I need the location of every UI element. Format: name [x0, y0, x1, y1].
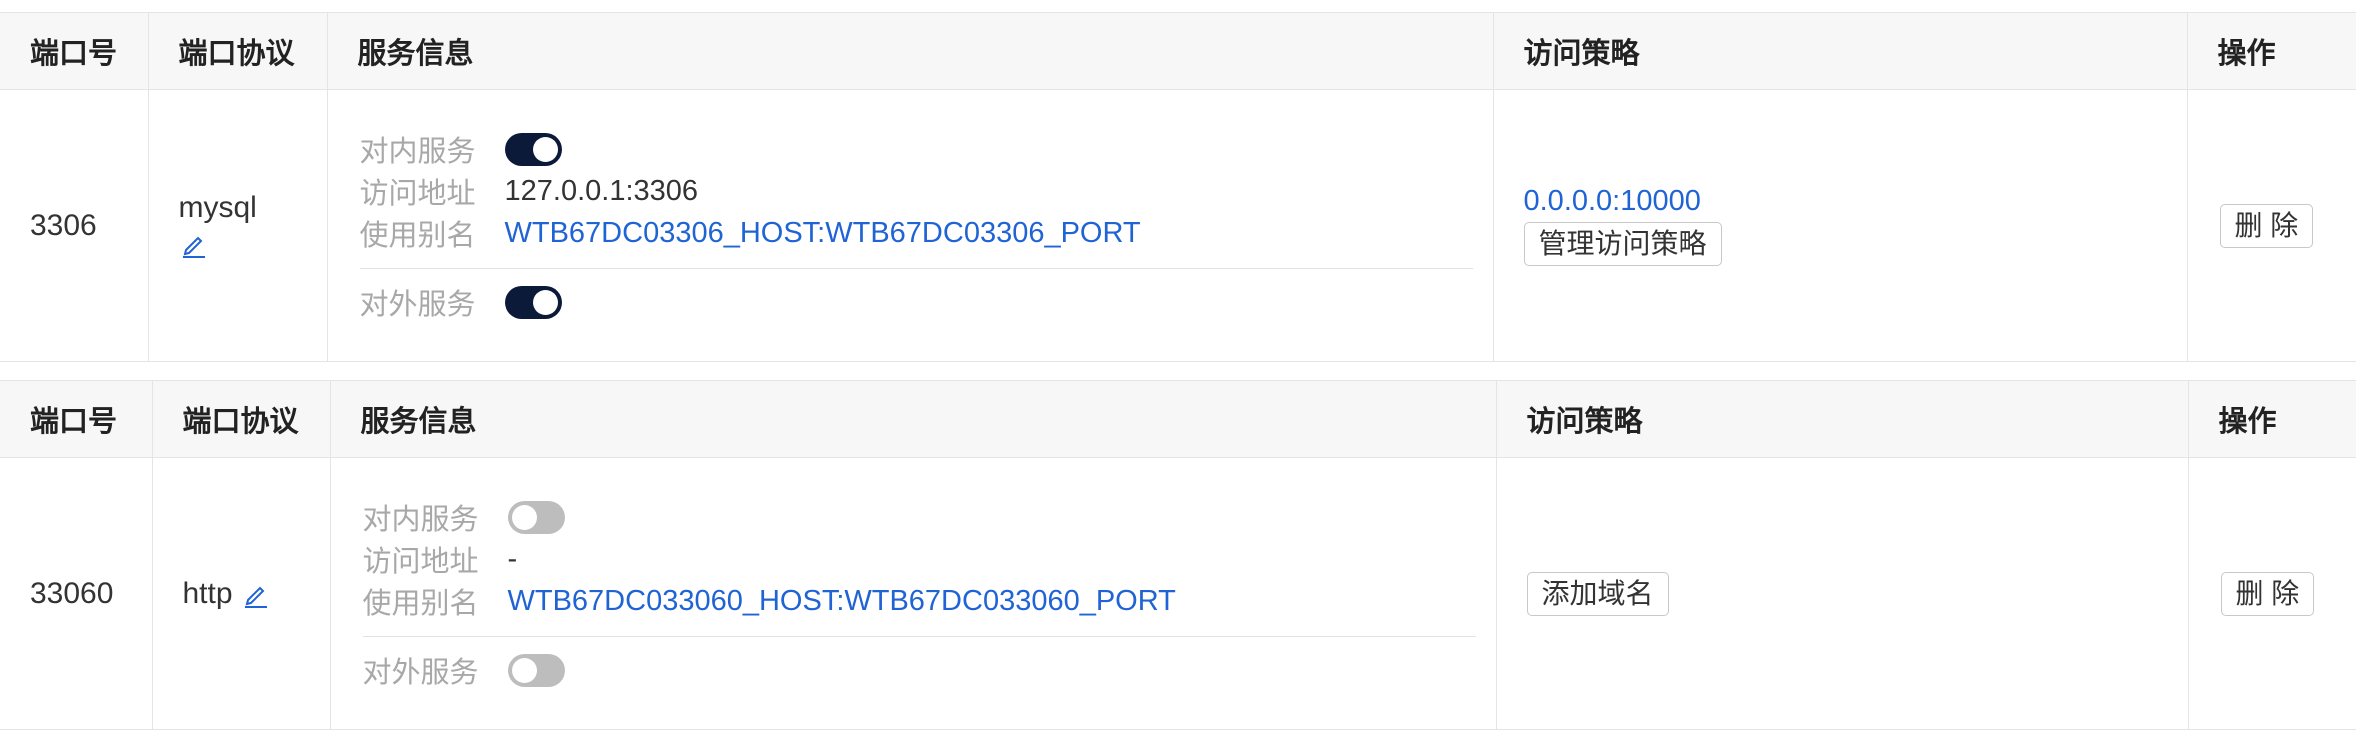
- alias-line: 使用别名 WTB67DC03306_HOST:WTB67DC03306_PORT: [360, 212, 1473, 254]
- col-port-header: 端口号: [0, 12, 149, 90]
- port-list: 端口号 端口协议 服务信息 访问策略 操作 3306 mysql 对内服务 访问…: [0, 0, 2356, 730]
- col-service-header: 服务信息: [326, 12, 1494, 90]
- internal-service-toggle[interactable]: [504, 132, 562, 166]
- divider: [362, 636, 1476, 637]
- internal-service-line: 对内服务: [363, 496, 1476, 538]
- col-protocol-header: 端口协议: [151, 380, 331, 458]
- port-table-1: 端口号 端口协议 服务信息 访问策略 操作 3306 mysql 对内服务 访问…: [0, 12, 2356, 362]
- col-port-header: 端口号: [0, 380, 153, 458]
- access-address-value: 127.0.0.1:3306: [504, 174, 699, 207]
- alias-value: WTB67DC03306_HOST:WTB67DC03306_PORT: [504, 216, 1141, 249]
- table-row: 3306 mysql 对内服务 访问地址 127.0.0.1:3306 使用别名…: [0, 89, 2356, 362]
- toggle-knob: [511, 657, 537, 683]
- edit-icon[interactable]: [179, 230, 209, 260]
- protocol-name: http: [182, 576, 233, 610]
- alias-line: 使用别名 WTB67DC033060_HOST:WTB67DC033060_PO…: [363, 580, 1476, 622]
- policy-cell: 添加域名: [1495, 457, 2189, 730]
- protocol-cell: http: [151, 457, 331, 730]
- col-actions-header: 操作: [2187, 380, 2356, 458]
- access-address-label: 访问地址: [362, 546, 479, 578]
- toggle-knob: [532, 289, 558, 315]
- external-service-toggle[interactable]: [507, 653, 565, 687]
- toggle-knob: [511, 504, 537, 530]
- protocol-name: mysql: [178, 190, 257, 224]
- col-protocol-header: 端口协议: [147, 12, 328, 90]
- external-service-line: 对外服务: [360, 281, 1473, 323]
- internal-service-label: 对内服务: [359, 136, 476, 168]
- divider: [359, 268, 1473, 269]
- service-info-cell: 对内服务 访问地址 127.0.0.1:3306 使用别名 WTB67DC033…: [326, 89, 1494, 362]
- alias-label: 使用别名: [362, 588, 479, 620]
- add-domain-button[interactable]: 添加域名: [1526, 571, 1669, 616]
- delete-button[interactable]: 删 除: [2219, 203, 2314, 248]
- internal-service-toggle[interactable]: [507, 500, 565, 534]
- protocol-cell: mysql: [147, 89, 328, 362]
- col-policy-header: 访问策略: [1495, 380, 2189, 458]
- toggle-knob: [532, 136, 558, 162]
- internal-service-line: 对内服务: [360, 128, 1473, 170]
- delete-button[interactable]: 删 除: [2220, 571, 2315, 616]
- edit-icon[interactable]: [241, 580, 271, 610]
- alias-value: WTB67DC033060_HOST:WTB67DC033060_PORT: [507, 584, 1176, 617]
- alias-label: 使用别名: [359, 220, 476, 252]
- access-address-line: 访问地址 127.0.0.1:3306: [360, 170, 1473, 212]
- table-header-row: 端口号 端口协议 服务信息 访问策略 操作: [0, 380, 2356, 458]
- table-header-row: 端口号 端口协议 服务信息 访问策略 操作: [0, 12, 2356, 90]
- policy-cell: 0.0.0.0:10000 管理访问策略: [1492, 89, 2188, 362]
- external-service-toggle[interactable]: [504, 285, 562, 319]
- external-service-label: 对外服务: [362, 657, 479, 689]
- actions-cell: 删 除: [2186, 89, 2356, 362]
- policy-link[interactable]: 0.0.0.0:10000: [1524, 185, 2187, 218]
- port-cell: 33060: [0, 457, 153, 730]
- external-service-label: 对外服务: [359, 289, 476, 321]
- col-service-header: 服务信息: [329, 380, 1497, 458]
- col-actions-header: 操作: [2186, 12, 2356, 90]
- access-address-value: -: [507, 542, 518, 575]
- actions-cell: 删 除: [2187, 457, 2356, 730]
- access-address-label: 访问地址: [359, 178, 476, 210]
- external-service-line: 对外服务: [363, 649, 1476, 691]
- port-table-2: 端口号 端口协议 服务信息 访问策略 操作 33060 http 对内服务 访问…: [0, 380, 2356, 730]
- service-info-cell: 对内服务 访问地址 - 使用别名 WTB67DC033060_HOST:WTB6…: [329, 457, 1497, 730]
- port-cell: 3306: [0, 89, 149, 362]
- col-policy-header: 访问策略: [1492, 12, 2188, 90]
- table-row: 33060 http 对内服务 访问地址 - 使用别名 WTB67DC03306…: [0, 457, 2356, 730]
- manage-policy-button[interactable]: 管理访问策略: [1523, 222, 1722, 266]
- access-address-line: 访问地址 -: [363, 538, 1476, 580]
- internal-service-label: 对内服务: [362, 504, 479, 536]
